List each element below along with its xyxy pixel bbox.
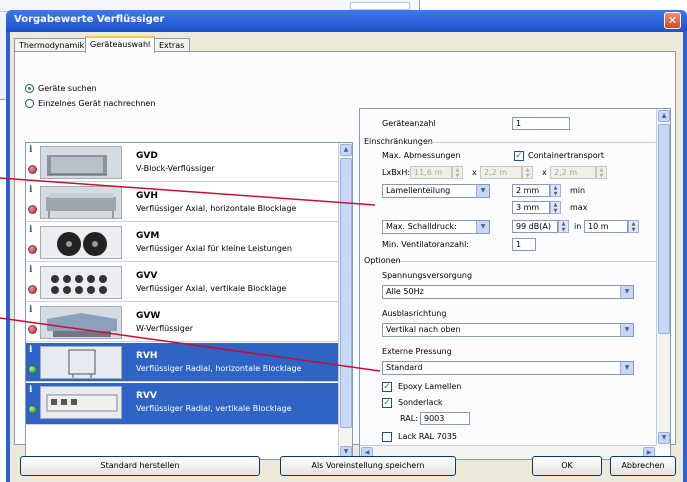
callout-line-noise [0,177,376,206]
annotation-callouts [0,177,381,372]
tab-geraeteauswahl[interactable]: Geräteauswahl [85,36,155,53]
tab-label: Geräteauswahl [90,40,151,49]
callout-line-epoxy [0,317,381,372]
